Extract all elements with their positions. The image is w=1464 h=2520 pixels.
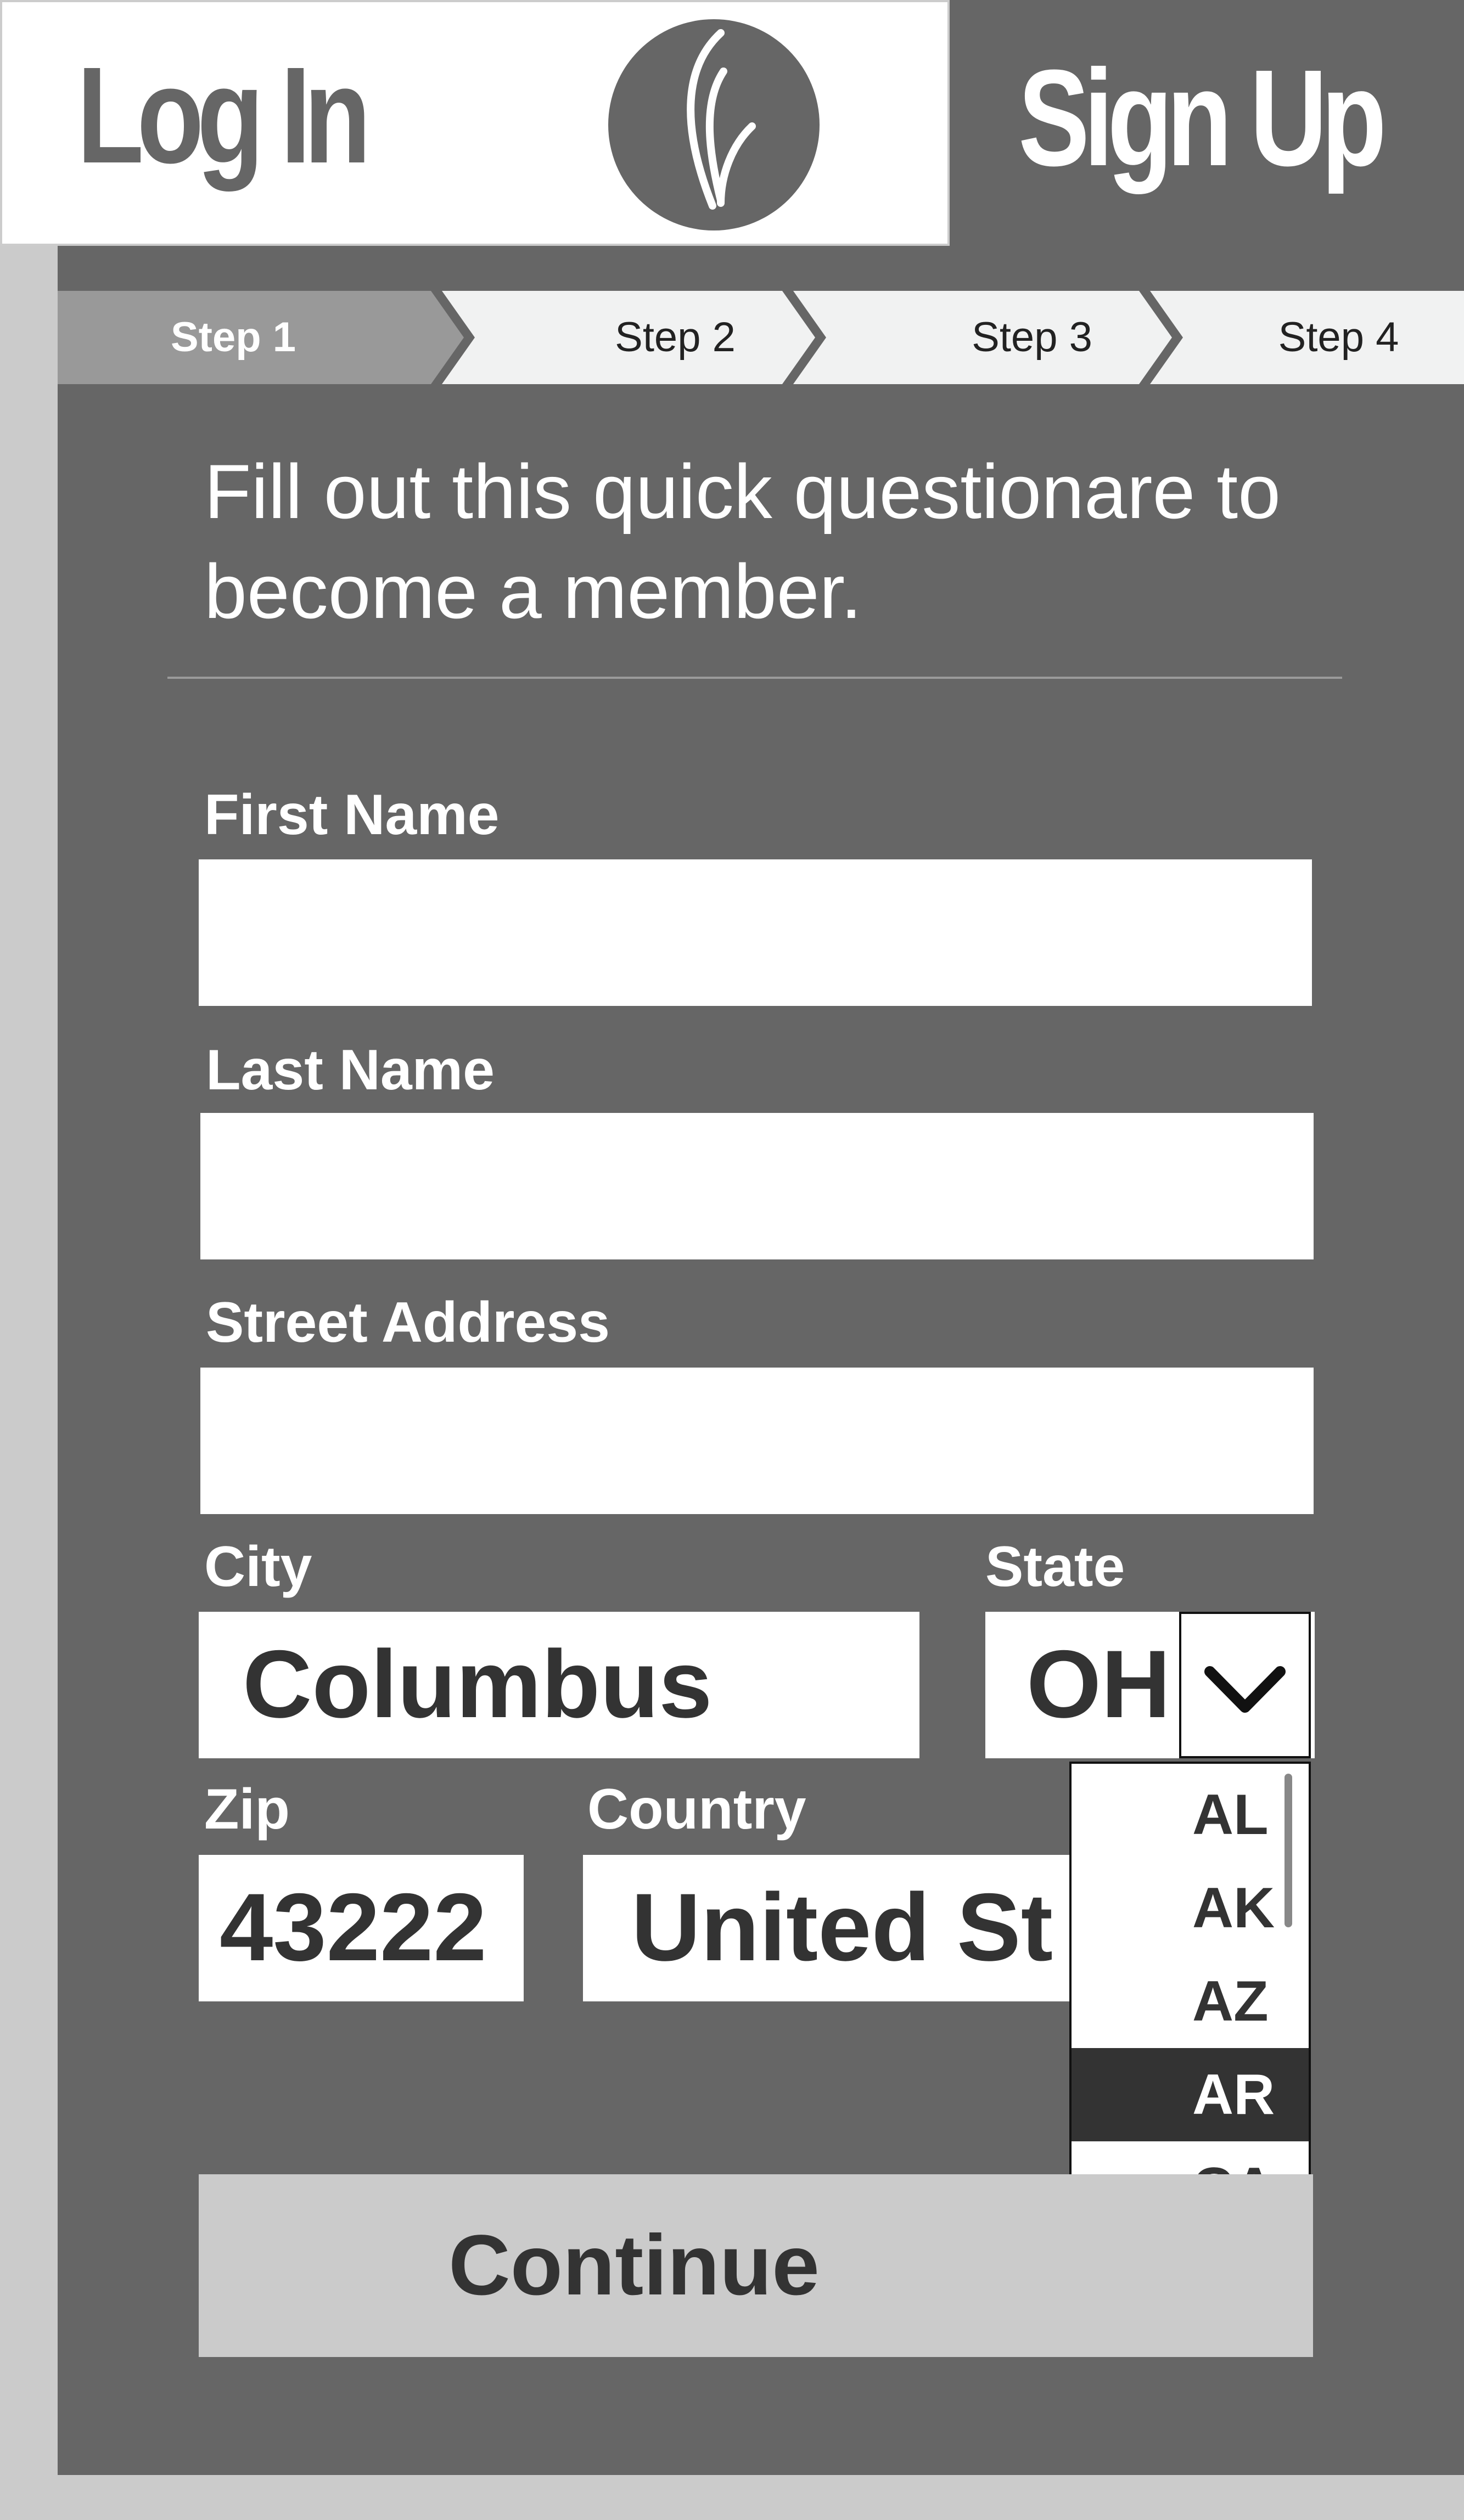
- zip-label: Zip: [204, 1778, 290, 1841]
- state-option[interactable]: AL: [1072, 1768, 1309, 1861]
- zip-value: 43222: [220, 1874, 487, 1981]
- last-name-label: Last Name: [206, 1038, 495, 1102]
- street-address-input[interactable]: [200, 1368, 1314, 1514]
- continue-button-label: Continue: [448, 2218, 820, 2313]
- city-label: City: [204, 1535, 312, 1599]
- state-option[interactable]: AK: [1072, 1861, 1309, 1955]
- first-name-label: First Name: [204, 783, 500, 847]
- state-option[interactable]: AZ: [1072, 1955, 1309, 2048]
- signup-tab-label: Sign Up: [1018, 41, 1387, 194]
- dropdown-scrollbar[interactable]: [1284, 1774, 1292, 1927]
- step-1-label: Step 1: [170, 314, 296, 361]
- intro-line-1: Fill out this quick questionare to: [204, 448, 1281, 535]
- state-dropdown-list[interactable]: AL AK AZ AR CA: [1069, 1762, 1311, 2242]
- city-value: Columbus: [243, 1631, 713, 1738]
- country-label: Country: [587, 1778, 806, 1841]
- intro-text: Fill out this quick questionare to becom…: [204, 442, 1357, 642]
- login-tab-label: Log In: [77, 38, 371, 192]
- state-option-highlighted[interactable]: AR: [1072, 2048, 1309, 2141]
- step-2-label: Step 2: [615, 314, 736, 361]
- chevron-down-icon: [1204, 1666, 1286, 1713]
- state-value: OH: [1027, 1631, 1171, 1738]
- last-name-input[interactable]: [200, 1113, 1314, 1259]
- step-progress: Step 1 Step 2 Step 3 Step 4: [58, 291, 1464, 384]
- step-3-label: Step 3: [972, 314, 1092, 361]
- step-4-label: Step 4: [1278, 314, 1399, 361]
- intro-line-2: become a member.: [204, 548, 862, 634]
- street-address-label: Street Address: [206, 1291, 610, 1354]
- continue-button[interactable]: Continue: [199, 2174, 1313, 2357]
- state-label: State: [985, 1535, 1125, 1599]
- country-value: United St: [631, 1874, 1053, 1981]
- state-dropdown-toggle[interactable]: [1179, 1612, 1311, 1758]
- leaf-logo-icon: [608, 19, 820, 230]
- first-name-input[interactable]: [199, 859, 1312, 1006]
- divider: [167, 677, 1342, 679]
